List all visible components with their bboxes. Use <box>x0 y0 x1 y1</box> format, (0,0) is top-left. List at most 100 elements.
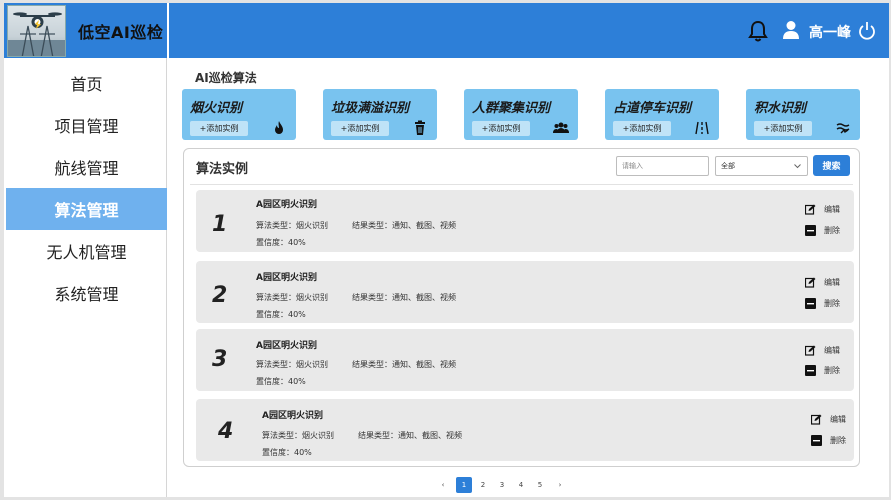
edit-label: 编辑 <box>824 278 840 287</box>
edit-icon <box>811 414 822 425</box>
delete-button[interactable]: 删除 <box>805 298 840 309</box>
page-5-button[interactable]: 5 <box>532 477 548 493</box>
result-type: 结果类型：通知、截图、视频 <box>358 431 462 440</box>
minus-square-icon <box>805 365 816 376</box>
sidebar-item-projects[interactable]: 项目管理 <box>6 104 167 146</box>
sidebar-item-drones[interactable]: 无人机管理 <box>6 230 167 272</box>
algo-type: 算法类型：烟火识别 <box>262 431 334 440</box>
bell-icon[interactable] <box>748 20 768 42</box>
search-button[interactable]: 搜索 <box>813 155 850 176</box>
add-instance-button[interactable]: +添加实例 <box>331 121 389 136</box>
app-frame: 低空AI巡检 首页 项目管理 航线管理 算法管理 无人机管理 系统管理 高一峰 … <box>4 3 889 497</box>
page-2-button[interactable]: 2 <box>475 477 491 493</box>
edit-label: 编辑 <box>824 346 840 355</box>
fire-icon <box>275 121 283 134</box>
algo-card-name: 烟火识别 <box>190 101 243 116</box>
instance-name: A园区明火识别 <box>256 200 317 210</box>
add-instance-button[interactable]: +添加实例 <box>754 121 812 136</box>
prev-page-button[interactable]: ‹ <box>435 477 451 493</box>
edit-button[interactable]: 编辑 <box>805 345 840 356</box>
edit-icon <box>805 204 816 215</box>
algo-card-fire[interactable]: 烟火识别 +添加实例 <box>182 89 296 140</box>
instance-row: 1 A园区明火识别 算法类型：烟火识别 结果类型：通知、截图、视频 置信度：40… <box>196 190 854 252</box>
instance-row: 2 A园区明火识别 算法类型：烟火识别 结果类型：通知、截图、视频 置信度：40… <box>196 261 854 323</box>
algo-card-crowd[interactable]: 人群聚集识别 +添加实例 <box>464 89 578 140</box>
edit-button[interactable]: 编辑 <box>805 204 840 215</box>
road-icon <box>695 121 709 135</box>
edit-icon <box>805 277 816 288</box>
user-name[interactable]: 高一峰 <box>809 22 851 42</box>
algo-card-name: 积水识别 <box>754 101 807 116</box>
delete-button[interactable]: 删除 <box>805 365 840 376</box>
instance-name: A园区明火识别 <box>256 341 317 351</box>
trash-icon <box>415 120 425 135</box>
filter-select[interactable]: 全部 <box>715 156 808 176</box>
instance-row: 3 A园区明火识别 算法类型：烟火识别 结果类型：通知、截图、视频 置信度：40… <box>196 329 854 391</box>
algo-type: 算法类型：烟火识别 <box>256 221 328 230</box>
algo-card-trash[interactable]: 垃圾满溢识别 +添加实例 <box>323 89 437 140</box>
add-instance-button[interactable]: +添加实例 <box>613 121 671 136</box>
delete-label: 删除 <box>824 366 840 375</box>
algo-card-name: 占道停车识别 <box>613 101 692 116</box>
algo-type: 算法类型：烟火识别 <box>256 360 328 369</box>
chevron-down-icon <box>794 164 801 169</box>
edit-button[interactable]: 编辑 <box>805 277 840 288</box>
filter-select-value: 全部 <box>721 162 735 170</box>
delete-label: 删除 <box>824 299 840 308</box>
delete-button[interactable]: 删除 <box>805 225 840 236</box>
delete-label: 删除 <box>824 226 840 235</box>
drone-logo-icon <box>7 5 66 57</box>
algo-card-name: 垃圾满溢识别 <box>331 101 410 116</box>
edit-label: 编辑 <box>824 205 840 214</box>
crowd-icon <box>553 122 569 133</box>
sidebar-item-system[interactable]: 系统管理 <box>6 272 167 314</box>
algo-card-name: 人群聚集识别 <box>472 101 551 116</box>
confidence: 置信度：40% <box>256 238 306 247</box>
instance-row: 4 A园区明火识别 算法类型：烟火识别 结果类型：通知、截图、视频 置信度：40… <box>196 399 854 461</box>
instances-panel: 算法实例 请输入 全部 搜索 1 A园区明火识别 算法类型：烟火识别 结果类型：… <box>183 148 860 467</box>
search-input[interactable]: 请输入 <box>616 156 709 176</box>
result-type: 结果类型：通知、截图、视频 <box>352 293 456 302</box>
confidence: 置信度：40% <box>262 448 312 457</box>
power-icon[interactable] <box>858 21 876 41</box>
sidebar-item-routes[interactable]: 航线管理 <box>6 146 167 188</box>
row-number: 4 <box>218 419 234 444</box>
delete-label: 删除 <box>830 436 846 445</box>
algo-card-water[interactable]: 积水识别 +添加实例 <box>746 89 860 140</box>
edit-icon <box>805 345 816 356</box>
divider <box>190 184 853 185</box>
instance-name: A园区明火识别 <box>256 273 317 283</box>
add-instance-button[interactable]: +添加实例 <box>190 121 248 136</box>
sidebar-item-algorithms[interactable]: 算法管理 <box>6 188 167 230</box>
add-instance-button[interactable]: +添加实例 <box>472 121 530 136</box>
user-icon[interactable] <box>782 20 800 40</box>
confidence: 置信度：40% <box>256 310 306 319</box>
row-number: 1 <box>212 212 228 237</box>
edit-label: 编辑 <box>830 415 846 424</box>
row-number: 3 <box>212 347 228 372</box>
result-type: 结果类型：通知、截图、视频 <box>352 360 456 369</box>
minus-square-icon <box>805 225 816 236</box>
water-icon <box>836 123 850 134</box>
minus-square-icon <box>805 298 816 309</box>
page-4-button[interactable]: 4 <box>513 477 529 493</box>
sidebar-item-home[interactable]: 首页 <box>6 62 167 104</box>
result-type: 结果类型：通知、截图、视频 <box>352 221 456 230</box>
top-header: 高一峰 <box>169 3 889 58</box>
row-number: 2 <box>212 283 228 308</box>
sidebar: 首页 项目管理 航线管理 算法管理 无人机管理 系统管理 <box>4 58 167 497</box>
instance-name: A园区明火识别 <box>262 411 323 421</box>
minus-square-icon <box>811 435 822 446</box>
page-3-button[interactable]: 3 <box>494 477 510 493</box>
logo-bar: 低空AI巡检 <box>4 3 167 58</box>
next-page-button[interactable]: › <box>552 477 568 493</box>
panel-title: 算法实例 <box>196 162 249 177</box>
section-title: AI巡检算法 <box>195 71 257 85</box>
algo-type: 算法类型：烟火识别 <box>256 293 328 302</box>
page-1-button[interactable]: 1 <box>456 477 472 493</box>
confidence: 置信度：40% <box>256 377 306 386</box>
algo-card-parking[interactable]: 占道停车识别 +添加实例 <box>605 89 719 140</box>
delete-button[interactable]: 删除 <box>811 435 846 446</box>
edit-button[interactable]: 编辑 <box>811 414 846 425</box>
app-title: 低空AI巡检 <box>78 22 164 42</box>
